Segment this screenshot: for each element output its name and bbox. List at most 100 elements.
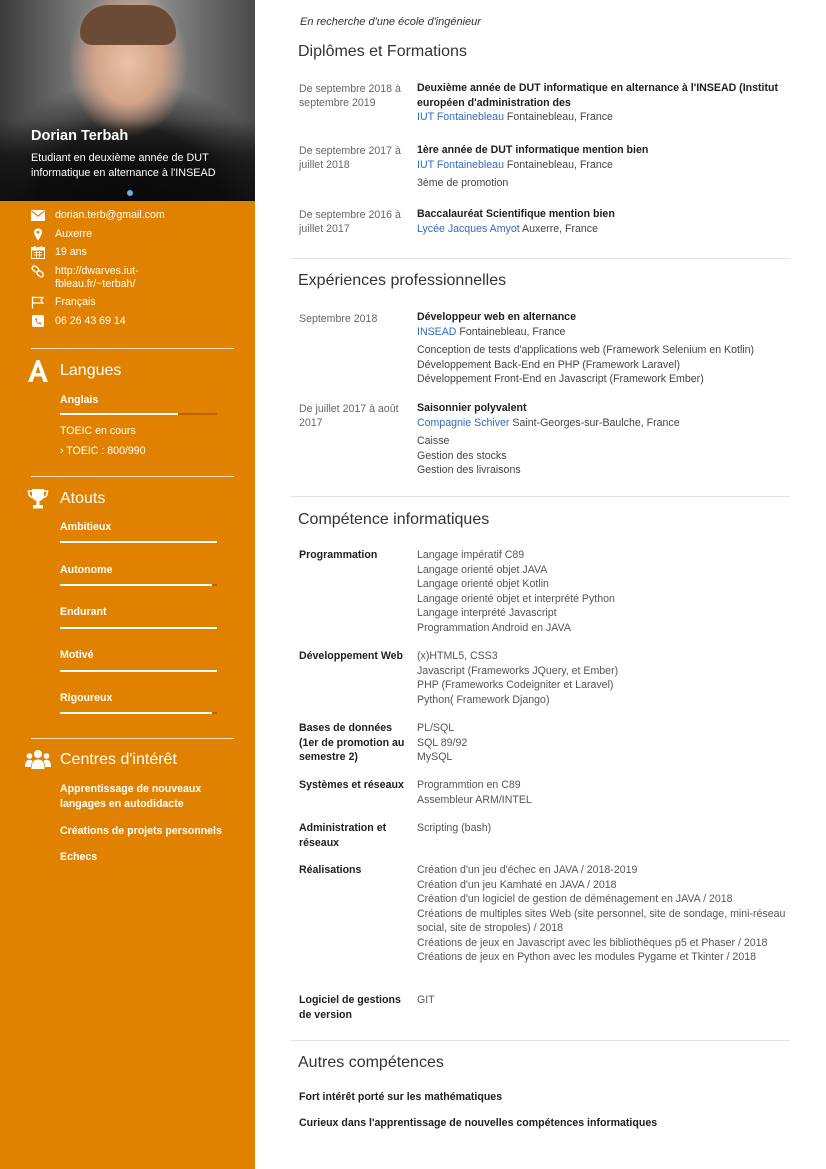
experience-entry: Développeur web en alternance INSEAD Fon…	[417, 310, 792, 387]
school-link[interactable]: Lycée Jacques Amyot	[417, 223, 520, 235]
sidebar: Dorian Terbah Etudiant en deuxième année…	[0, 0, 255, 1169]
asset-name: Autonome	[60, 564, 113, 576]
skill-value: GIT	[417, 994, 435, 1006]
asset-level-bar	[60, 712, 217, 714]
skill-value: Créations de jeux en Javascript avec les…	[417, 936, 768, 949]
interests-title: Centres d'intérêt	[60, 751, 177, 768]
contact-phone-text[interactable]: 06 26 43 69 14	[55, 315, 126, 328]
section-divider	[291, 258, 790, 259]
education-date: De septembre 2016 à juillet 2017	[299, 209, 401, 235]
contact-list: dorian.terb@gmail.com Auxerre 19 ans htt…	[31, 209, 236, 333]
trophy-icon	[24, 488, 52, 510]
contact-age: 19 ans	[31, 246, 236, 259]
skill-value: (x)HTML5, CSS3	[417, 650, 498, 662]
contact-email[interactable]: dorian.terb@gmail.com	[31, 209, 236, 222]
skill-value: Création d'un jeu Kamhaté en JAVA / 2018	[417, 878, 617, 891]
sidebar-divider	[31, 348, 234, 349]
skill-value: Créations de multiples sites Web (site p…	[417, 907, 786, 935]
skills-heading: Compétence informatiques	[298, 511, 490, 528]
asset-level-bar	[60, 584, 217, 586]
asset-name: Ambitieux	[60, 521, 112, 533]
skill-value: Programmation Android en JAVA	[417, 621, 571, 634]
school-link[interactable]: IUT Fontainebleau	[417, 159, 504, 171]
other-skill-item: Curieux dans l'apprentissage de nouvelle…	[299, 1117, 658, 1129]
asset-name: Rigoureux	[60, 692, 113, 704]
skill-values: GIT	[417, 993, 792, 1008]
skill-value: Langage impératif C89	[417, 549, 525, 561]
skill-value: Scripting (bash)	[417, 822, 492, 834]
objective: En recherche d'une école d'ingénieur	[300, 16, 481, 28]
asset-level-fill	[60, 584, 213, 586]
education-date: De septembre 2018 à septembre 2019	[299, 83, 401, 109]
experience-task: Conception de tests d'applications web (…	[417, 344, 755, 356]
contact-email-text[interactable]: dorian.terb@gmail.com	[55, 209, 165, 222]
skill-value: Assembleur ARM/INTEL	[417, 793, 532, 806]
experience-date: De juillet 2017 à août 2017	[299, 403, 399, 429]
education-title: 1ère année de DUT informatique mention b…	[417, 144, 649, 156]
experience-task: Caisse	[417, 435, 450, 447]
letter-a-icon	[24, 359, 52, 383]
education-title: Baccalauréat Scientifique mention bien	[417, 208, 615, 220]
company-link[interactable]: INSEAD	[417, 326, 456, 338]
language-name: Anglais	[60, 394, 99, 406]
skill-value: Langage interprété Javascript	[417, 607, 557, 619]
experience-title: Saisonnier polyvalent	[417, 402, 527, 414]
skill-value: Langage orienté objet JAVA	[417, 563, 548, 576]
interests-heading: Centres d'intérêt	[24, 749, 177, 771]
education-note: 3ème de promotion	[417, 177, 509, 189]
skill-value: SQL 89/92	[417, 736, 468, 749]
school-link[interactable]: IUT Fontainebleau	[417, 111, 504, 123]
calendar-icon	[31, 246, 49, 259]
phone-icon	[31, 314, 49, 328]
experience-title: Développeur web en alternance	[417, 311, 576, 323]
skill-label: Logiciel de gestions de version	[299, 994, 401, 1021]
skill-values: PL/SQL SQL 89/92 MySQL	[417, 721, 792, 765]
skill-values: Création d'un jeu d'échec en JAVA / 2018…	[417, 863, 792, 965]
language-note-1: TOEIC en cours	[60, 425, 136, 437]
sidebar-divider	[31, 476, 234, 477]
contact-city: Auxerre	[31, 228, 236, 241]
skill-values: (x)HTML5, CSS3 Javascript (Frameworks JQ…	[417, 649, 792, 707]
flag-icon	[31, 296, 49, 309]
school-place: Fontainebleau, France	[503, 111, 613, 123]
contact-phone[interactable]: 06 26 43 69 14	[31, 314, 236, 328]
sidebar-divider	[31, 738, 234, 739]
company-link[interactable]: Compagnie Schiver	[417, 417, 509, 429]
experience-entry: Saisonnier polyvalent Compagnie Schiver …	[417, 401, 792, 478]
profile-name: Dorian Terbah	[31, 128, 129, 144]
skill-value: PHP (Frameworks Codeigniter et Laravel)	[417, 679, 614, 691]
profile-tagline: Etudiant en deuxième année de DUT inform…	[31, 152, 216, 179]
asset-level-bar	[60, 670, 217, 672]
section-divider	[291, 496, 790, 497]
asset-level-fill	[60, 670, 217, 672]
asset-level-bar	[60, 627, 217, 629]
contact-website-text[interactable]: http://dwarves.iut-fbleau.fr/~terbah/	[55, 265, 165, 291]
asset-level-fill	[60, 627, 217, 629]
language-level-fill	[60, 413, 178, 415]
education-title: Deuxième année de DUT informatique en al…	[417, 82, 779, 109]
experience-task: Développement Back-End en PHP (Framework…	[417, 358, 680, 371]
asset-level-bar	[60, 541, 217, 543]
skill-value: PL/SQL	[417, 722, 455, 734]
assets-heading: Atouts	[24, 488, 105, 510]
interest-item: Apprentissage de nouveaux langages en au…	[60, 783, 202, 810]
experience-task: Gestion des stocks	[417, 449, 507, 462]
people-icon	[24, 749, 52, 771]
contact-website[interactable]: http://dwarves.iut-fbleau.fr/~terbah/	[31, 265, 236, 291]
contact-nationality: Français	[31, 296, 236, 309]
skill-label: Programmation	[299, 549, 378, 561]
section-divider	[291, 1040, 790, 1041]
language-note-2: › TOEIC : 800/990	[60, 445, 146, 457]
assets-title: Atouts	[60, 490, 106, 507]
interest-item: Créations de projets personnels	[60, 825, 222, 837]
school-place: Fontainebleau, France	[503, 158, 613, 171]
envelope-icon	[31, 209, 49, 222]
education-date: De septembre 2017 à juillet 2018	[299, 145, 401, 171]
skill-value: Langage orienté objet Kotlin	[417, 578, 549, 590]
asset-level-fill	[60, 712, 213, 714]
skill-value: Création d'un jeu d'échec en JAVA / 2018…	[417, 864, 638, 876]
experience-task: Développement Front-End en Javascript (F…	[417, 373, 704, 385]
skill-label: Réalisations	[299, 864, 362, 876]
photo-dot	[127, 190, 133, 196]
skill-values: Programmtion en C89 Assembleur ARM/INTEL	[417, 778, 792, 807]
